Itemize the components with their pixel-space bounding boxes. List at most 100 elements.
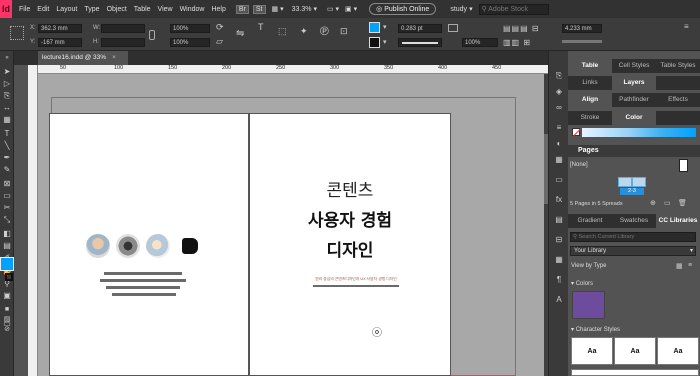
text-frame-icon[interactable]: T [258, 22, 264, 32]
colors-section-header[interactable]: ▾ Colors [571, 280, 593, 287]
char-style-1[interactable]: Aa [571, 337, 613, 365]
stroke-weight-field[interactable]: 0.283 pt [398, 24, 442, 33]
color-spectrum-ramp[interactable] [582, 128, 696, 137]
paragraph-panel-icon[interactable]: ¶ [554, 275, 564, 285]
stock-button[interactable]: St [252, 4, 266, 14]
pages-panel-title[interactable]: Pages [578, 147, 599, 154]
page-right[interactable]: 콘텐츠 사용자 경험 디자인 원리 중심의 콘텐츠디자인과 UX 사용자 경험 … [249, 113, 451, 376]
size-slider[interactable] [562, 40, 602, 43]
fill-color-swatch[interactable] [0, 257, 14, 271]
tab-align[interactable]: Align [568, 93, 612, 107]
panel-menu-icon[interactable]: ≡ [684, 22, 689, 31]
scissors-tool-icon[interactable]: ✂ [2, 203, 12, 213]
view-by-type[interactable]: View by Type [571, 263, 606, 269]
stock-search-input[interactable]: ⚲ Adobe Stock [478, 3, 549, 15]
tab-gradient[interactable]: Gradient [568, 214, 612, 228]
stroke-swatch[interactable] [369, 37, 380, 48]
char-style-row2[interactable] [571, 369, 699, 376]
tab-links[interactable]: Links [568, 76, 612, 90]
close-tab-icon[interactable]: × [112, 54, 116, 61]
align-panel-icon[interactable]: ⊟ [554, 235, 564, 245]
page-left[interactable] [49, 113, 249, 376]
effects-panel-icon[interactable]: fx [554, 195, 564, 205]
page-size-icon[interactable]: ▭ [664, 199, 671, 207]
tab-layers[interactable]: Layers [612, 76, 656, 90]
menu-object[interactable]: Object [107, 6, 127, 13]
layers-panel-icon[interactable]: ◈ [554, 87, 564, 97]
stroke-color-swatch[interactable] [5, 273, 13, 281]
stroke-dropdown-icon[interactable]: ▾ [383, 38, 387, 46]
pencil-tool-icon[interactable]: ✎ [2, 165, 12, 175]
tab-cc-libraries[interactable]: CC Libraries [656, 214, 700, 228]
tab-pathfinder[interactable]: Pathfinder [612, 93, 656, 107]
character-styles-header[interactable]: ▾ Character Styles [571, 326, 620, 333]
table-panel-icon[interactable]: ▦ [554, 255, 564, 265]
photo-circle-3[interactable] [146, 234, 170, 258]
page-thumb-left[interactable] [618, 177, 632, 187]
free-transform-tool-icon[interactable]: ⤡ [2, 215, 12, 225]
tab-stroke[interactable]: Stroke [568, 111, 612, 125]
rotate-icon[interactable]: ⟳ [216, 22, 224, 33]
distribute-icons[interactable]: ▥▥ ⊞ [503, 38, 531, 47]
menu-file[interactable]: File [19, 6, 30, 13]
opacity-field[interactable]: 100% [462, 38, 498, 47]
collapse-tools-icon[interactable]: « [2, 53, 12, 63]
zoom-dropdown-icon[interactable]: ▾ [313, 5, 317, 13]
color-none-swatch[interactable] [572, 128, 581, 137]
pen-path-icon[interactable]: ℗ [320, 24, 329, 38]
swatches-panel-icon[interactable]: ▦ [554, 155, 564, 165]
library-search-input[interactable]: ⚲ Search Current Library [570, 232, 696, 242]
menu-help[interactable]: Help [211, 6, 225, 13]
menu-type[interactable]: Type [84, 6, 99, 13]
workspace-switcher[interactable]: study [450, 6, 467, 13]
stroke-panel-icon[interactable]: ≡ [554, 123, 564, 133]
rectangle-frame-tool-icon[interactable]: ⊠ [2, 179, 12, 189]
menu-window[interactable]: Window [180, 6, 205, 13]
text-wrap-panel-icon[interactable]: ▤ [554, 215, 564, 225]
screen-mode-icon[interactable]: ▣ ▾ [345, 5, 357, 13]
note-tool-icon[interactable]: ▤ [2, 241, 12, 251]
photo-circle-2[interactable] [116, 234, 140, 258]
formatting-container-icon[interactable]: ▣ [2, 291, 12, 301]
new-page-icon[interactable]: ⊕ [650, 199, 656, 207]
menu-table[interactable]: Table [134, 6, 151, 13]
align-icons[interactable]: ▤▤▤ ⊟ [503, 24, 540, 33]
gradient-tool-icon[interactable]: ◧ [2, 229, 12, 239]
gap-tool-icon[interactable]: ↔ [2, 103, 12, 113]
effects-icon[interactable] [448, 24, 458, 32]
character-panel-icon[interactable]: A [554, 295, 564, 305]
h-field[interactable] [101, 38, 145, 47]
select-container-icon[interactable]: ⬚ [278, 26, 287, 37]
direct-selection-tool-icon[interactable]: ▷ [2, 79, 12, 89]
master-thumb[interactable] [679, 159, 688, 172]
path-icon[interactable]: ✦ [300, 26, 308, 37]
horizontal-ruler[interactable]: 50 100 150 200 250 300 350 400 450 [38, 65, 548, 74]
vertical-ruler[interactable] [28, 65, 38, 376]
constrain-proportions-icon[interactable] [149, 30, 155, 40]
gradient-panel-icon[interactable]: ▭ [554, 175, 564, 185]
pen-tool-icon[interactable]: ✒ [2, 153, 12, 163]
type-tool-icon[interactable]: T [2, 129, 12, 139]
x-field[interactable]: 362.3 mm [38, 24, 82, 33]
arrange-icon[interactable]: ▦ ▾ [272, 5, 284, 13]
frame-fit-icon[interactable]: ⊡ [340, 26, 348, 37]
grid-view-icon[interactable]: ▦ [676, 262, 683, 270]
zoom-level[interactable]: 33.3% [292, 6, 312, 13]
char-style-2[interactable]: Aa [614, 337, 656, 365]
tab-effects[interactable]: Effects [656, 93, 700, 107]
title-line-2[interactable]: 사용자 경험 [250, 206, 450, 231]
scale-x-field[interactable]: 100% [170, 24, 210, 33]
tab-table-styles[interactable]: Table Styles [656, 59, 700, 73]
pages-panel-icon[interactable]: ⎘ [554, 71, 564, 81]
title-line-1[interactable]: 콘텐츠 [250, 176, 450, 201]
delete-page-icon[interactable]: 🗑 [678, 199, 687, 207]
flip-icon[interactable]: ⇋ [236, 28, 244, 39]
links-panel-icon[interactable]: ∞ [554, 103, 564, 113]
library-color-swatch[interactable] [572, 291, 605, 319]
subtitle[interactable]: 원리 중심의 콘텐츠디자인과 UX 사용자 경험 디자인 [300, 277, 412, 282]
screen-mode-tool-icon[interactable]: ▭ [2, 319, 12, 329]
workspace-dropdown-icon[interactable]: ▾ [469, 5, 473, 13]
content-collector-icon[interactable]: ▦ [2, 115, 12, 125]
library-dropdown[interactable]: Your Library ▾ [570, 246, 696, 256]
fill-swatch[interactable] [369, 22, 380, 33]
